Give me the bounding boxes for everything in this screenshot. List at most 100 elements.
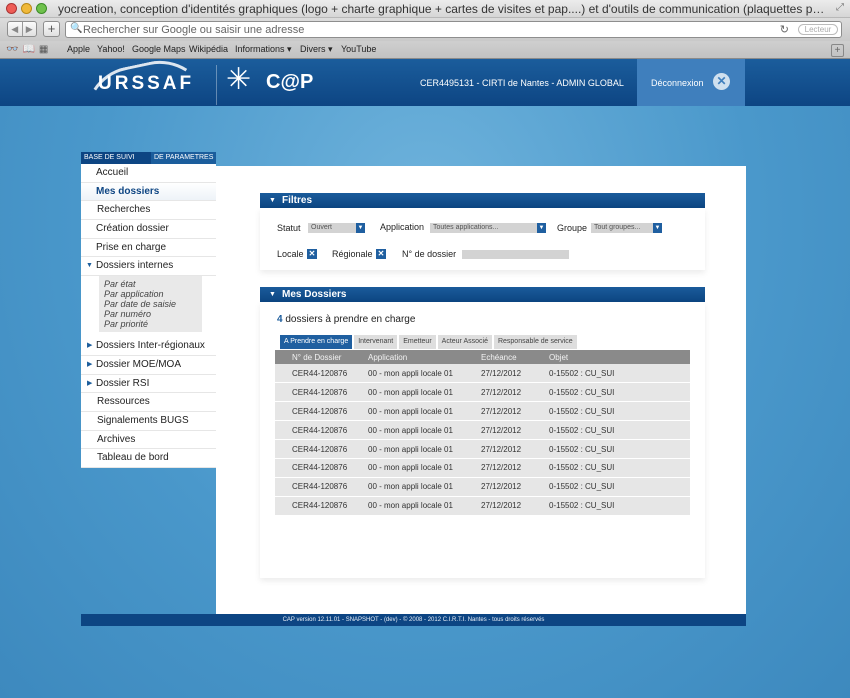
logout-button[interactable]: Déconnexion ✕: [637, 59, 745, 106]
cell-application: 00 - mon appli locale 01: [368, 401, 481, 422]
sidebar-item-prise-en-charge[interactable]: Prise en charge: [81, 239, 216, 258]
fullscreen-icon[interactable]: ⤢: [836, 2, 844, 13]
sub-item-par-date[interactable]: Par date de saisie: [104, 299, 197, 309]
cell-application: 00 - mon appli locale 01: [368, 477, 481, 497]
locale-checkbox[interactable]: ✕: [307, 249, 317, 259]
column-header-echeance[interactable]: Echéance: [481, 350, 549, 364]
sub-item-par-etat[interactable]: Par état: [104, 279, 197, 289]
bookmark-google-maps[interactable]: Google Maps: [132, 44, 186, 54]
chevron-down-icon: ▼: [653, 223, 662, 233]
cell-echeance: 27/12/2012: [481, 420, 549, 441]
reading-list-icon[interactable]: 👓📖▦: [6, 44, 52, 55]
bookmark-yahoo[interactable]: Yahoo!: [97, 44, 125, 54]
table-row[interactable]: CER44-120876 00 - mon appli locale 01 27/1…: [275, 364, 690, 384]
bookmark-divers[interactable]: Divers ▾: [300, 44, 333, 55]
sidebar-item-signalements-bugs[interactable]: Signalements BUGS: [81, 412, 216, 431]
sidebar-item-rsi[interactable]: Dossier RSI: [81, 375, 216, 394]
sidebar-item-mes-dossiers[interactable]: Mes dossiers: [81, 182, 216, 202]
minimize-window-button[interactable]: [21, 3, 32, 14]
back-icon[interactable]: ◀: [8, 22, 22, 36]
tab-a-prendre-en-charge[interactable]: A Prendre en charge: [280, 335, 353, 349]
table-row[interactable]: CER44-120876 00 - mon appli locale 01 27/1…: [275, 382, 690, 403]
table-body: CER44-120876 00 - mon appli locale 01 27/1…: [275, 364, 690, 516]
window-title: yocreation, conception d'identités graph…: [58, 2, 828, 16]
sub-item-par-priorite[interactable]: Par priorité: [104, 319, 197, 329]
table-row[interactable]: CER44-120876 00 - mon appli locale 01 27/1…: [275, 439, 690, 459]
table-row[interactable]: CER44-120876 00 - mon appli locale 01 27/1…: [275, 401, 690, 422]
table-row[interactable]: CER44-120876 00 - mon appli locale 01 27/1…: [275, 458, 690, 478]
filters-panel: Statut Ouvert ▼ Application Toutes appli…: [260, 208, 705, 270]
sub-item-par-numero[interactable]: Par numéro: [104, 309, 197, 319]
bookmark-informations[interactable]: Informations ▾: [235, 44, 292, 55]
locale-label: Locale: [277, 249, 304, 259]
logout-label: Déconnexion: [651, 78, 704, 88]
table-row[interactable]: CER44-120876 00 - mon appli locale 01 27/1…: [275, 477, 690, 497]
tab-parametres[interactable]: DE PARAMETRES: [151, 152, 216, 164]
reload-icon[interactable]: ↻: [780, 23, 789, 36]
sidebar-item-archives[interactable]: Archives: [81, 431, 216, 450]
sidebar-item-recherches[interactable]: Recherches: [81, 201, 216, 221]
address-bar[interactable]: 🔍 Rechercher sur Google ou saisir une ad…: [65, 21, 842, 38]
chevron-down-icon: ▼: [537, 223, 546, 233]
add-bookmark-button[interactable]: +: [831, 44, 844, 57]
dossiers-tabs: A Prendre en charge Intervenant Emetteur…: [280, 335, 579, 349]
cell-numero: CER44-120876: [275, 420, 368, 441]
groupe-select[interactable]: Tout groupes... ▼: [591, 223, 662, 233]
cell-echeance: 27/12/2012: [481, 401, 549, 422]
sidebar-item-moe-moa[interactable]: Dossier MOE/MOA: [81, 356, 216, 375]
cap-logo: C@P: [266, 71, 314, 93]
reader-button[interactable]: Lecteur: [798, 24, 838, 35]
sidebar-item-ressources[interactable]: Ressources: [81, 393, 216, 412]
cell-numero: CER44-120876: [275, 401, 368, 422]
column-header-application[interactable]: Application: [368, 350, 481, 364]
user-info: CER4495131 - CIRTI de Nantes - ADMIN GLO…: [420, 78, 624, 88]
sidebar-item-dossiers-internes[interactable]: Dossiers internes: [81, 257, 216, 277]
bookmark-apple[interactable]: Apple: [67, 44, 90, 54]
filters-header[interactable]: Filtres: [260, 193, 705, 208]
sidebar-item-creation-dossier[interactable]: Création dossier: [81, 220, 216, 239]
regionale-checkbox[interactable]: ✕: [376, 249, 386, 259]
cell-application: 00 - mon appli locale 01: [368, 364, 481, 384]
tab-emetteur[interactable]: Emetteur: [399, 335, 436, 349]
urssaf-logo: URSSAF: [98, 73, 195, 94]
sidebar: BASE DE SUIVI DE PARAMETRES Accueil Mes …: [81, 152, 216, 468]
application-select[interactable]: Toutes applications... ▼: [430, 223, 546, 233]
sidebar-tabs: BASE DE SUIVI DE PARAMETRES: [81, 152, 216, 164]
close-window-button[interactable]: [6, 3, 17, 14]
cell-objet: 0-15502 : CU_SUI: [549, 477, 690, 497]
cell-objet: 0-15502 : CU_SUI: [549, 458, 690, 478]
tab-base-de-suivi[interactable]: BASE DE SUIVI: [81, 152, 151, 164]
bookmark-wikipedia[interactable]: Wikipédia: [189, 44, 228, 54]
sidebar-item-accueil[interactable]: Accueil: [81, 164, 216, 183]
groupe-value: Tout groupes...: [594, 224, 641, 231]
table-row[interactable]: CER44-120876 00 - mon appli locale 01 27/1…: [275, 496, 690, 516]
statut-label: Statut: [277, 223, 301, 233]
dossier-number-input[interactable]: [462, 250, 569, 259]
tab-responsable-service[interactable]: Responsable de service: [493, 335, 577, 349]
cell-application: 00 - mon appli locale 01: [368, 420, 481, 441]
sidebar-item-inter-regionaux[interactable]: Dossiers Inter-régionaux: [81, 337, 216, 356]
sidebar-item-tableau-de-bord[interactable]: Tableau de bord: [81, 449, 216, 468]
tab-acteur-associe[interactable]: Acteur Associé: [437, 335, 492, 349]
forward-icon[interactable]: ▶: [21, 22, 37, 36]
browser-toolbar: ◀ ▶ + 🔍 Rechercher sur Google ou saisir …: [0, 18, 850, 41]
cell-application: 00 - mon appli locale 01: [368, 458, 481, 478]
sub-item-par-application[interactable]: Par application: [104, 289, 197, 299]
dossiers-header[interactable]: Mes Dossiers: [260, 287, 705, 302]
statut-select[interactable]: Ouvert ▼: [308, 223, 365, 233]
zoom-window-button[interactable]: [36, 3, 47, 14]
tab-intervenant[interactable]: Intervenant: [354, 335, 398, 349]
new-tab-button[interactable]: +: [43, 21, 60, 37]
cell-objet: 0-15502 : CU_SUI: [549, 420, 690, 441]
dossiers-panel: 4 dossiers à prendre en charge A Prendre…: [260, 302, 705, 578]
bookmark-youtube[interactable]: YouTube: [341, 44, 376, 54]
column-header-numero[interactable]: N° de Dossier: [275, 350, 368, 364]
cell-echeance: 27/12/2012: [481, 458, 549, 478]
application-value: Toutes applications...: [433, 224, 499, 231]
cell-numero: CER44-120876: [275, 382, 368, 403]
groupe-label: Groupe: [557, 223, 588, 233]
footer: CAP version 12.11.01 - SNAPSHOT - (dev) …: [81, 614, 746, 626]
table-row[interactable]: CER44-120876 00 - mon appli locale 01 27/1…: [275, 420, 690, 441]
column-header-objet[interactable]: Objet: [549, 350, 690, 364]
web-page: URSSAF ✳ C@P CER4495131 - CIRTI de Nante…: [0, 59, 850, 698]
